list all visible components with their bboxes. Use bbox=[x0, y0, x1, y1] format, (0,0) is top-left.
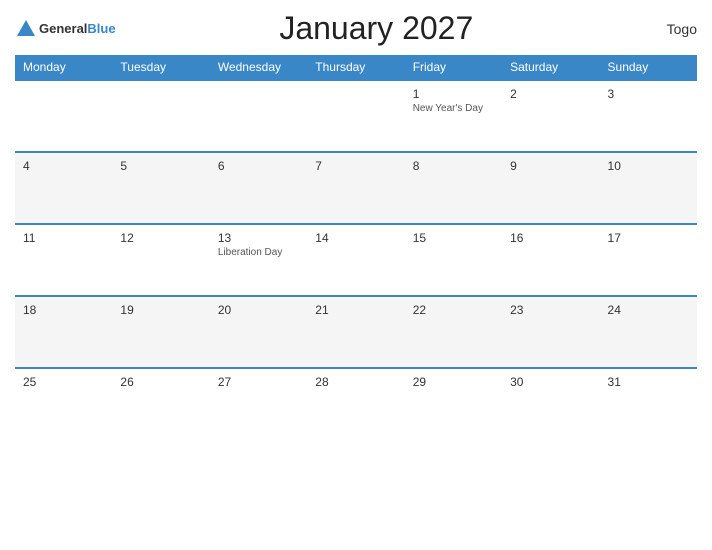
calendar-cell: 15 bbox=[405, 224, 502, 296]
calendar-cell: 29 bbox=[405, 368, 502, 440]
calendar-cell: 22 bbox=[405, 296, 502, 368]
page-header: GeneralBlue January 2027 Togo bbox=[15, 10, 697, 47]
calendar-cell: 18 bbox=[15, 296, 112, 368]
day-number: 7 bbox=[315, 159, 396, 173]
day-number: 16 bbox=[510, 231, 591, 245]
calendar-cell: 13 Liberation Day bbox=[210, 224, 307, 296]
calendar-cell: 25 bbox=[15, 368, 112, 440]
day-number: 25 bbox=[23, 375, 104, 389]
day-number: 3 bbox=[608, 87, 689, 101]
page-title: January 2027 bbox=[116, 10, 637, 47]
calendar-cell: 20 bbox=[210, 296, 307, 368]
day-number: 23 bbox=[510, 303, 591, 317]
logo: GeneralBlue bbox=[15, 18, 116, 40]
weekday-header: Sunday bbox=[600, 55, 697, 80]
calendar-cell: 11 bbox=[15, 224, 112, 296]
logo-text: GeneralBlue bbox=[39, 20, 116, 38]
day-number: 9 bbox=[510, 159, 591, 173]
day-number: 2 bbox=[510, 87, 591, 101]
day-number: 28 bbox=[315, 375, 396, 389]
calendar-cell: 1 New Year's Day bbox=[405, 80, 502, 152]
weekday-header: Saturday bbox=[502, 55, 599, 80]
calendar-cell: 17 bbox=[600, 224, 697, 296]
day-number: 22 bbox=[413, 303, 494, 317]
day-number: 26 bbox=[120, 375, 201, 389]
calendar-cell bbox=[15, 80, 112, 152]
day-number: 17 bbox=[608, 231, 689, 245]
calendar-cell: 12 bbox=[112, 224, 209, 296]
day-number: 14 bbox=[315, 231, 396, 245]
calendar-cell bbox=[307, 80, 404, 152]
calendar-cell: 31 bbox=[600, 368, 697, 440]
holiday-label: New Year's Day bbox=[413, 103, 494, 114]
calendar-cell: 2 bbox=[502, 80, 599, 152]
calendar-cell: 30 bbox=[502, 368, 599, 440]
country-label: Togo bbox=[637, 21, 697, 37]
calendar-header: MondayTuesdayWednesdayThursdayFridaySatu… bbox=[15, 55, 697, 80]
weekday-header: Friday bbox=[405, 55, 502, 80]
calendar-cell: 6 bbox=[210, 152, 307, 224]
calendar-cell bbox=[112, 80, 209, 152]
weekday-header: Wednesday bbox=[210, 55, 307, 80]
calendar-week-row: 18 19 20 21 22 23 24 bbox=[15, 296, 697, 368]
day-number: 12 bbox=[120, 231, 201, 245]
calendar-cell: 7 bbox=[307, 152, 404, 224]
day-number: 4 bbox=[23, 159, 104, 173]
logo-icon bbox=[15, 18, 37, 40]
day-number: 18 bbox=[23, 303, 104, 317]
calendar-week-row: 4 5 6 7 8 9 10 bbox=[15, 152, 697, 224]
calendar-cell: 21 bbox=[307, 296, 404, 368]
day-number: 11 bbox=[23, 231, 104, 245]
calendar-cell: 5 bbox=[112, 152, 209, 224]
calendar-week-row: 11 12 13 Liberation Day 14 15 16 17 bbox=[15, 224, 697, 296]
day-number: 13 bbox=[218, 231, 299, 245]
day-number: 15 bbox=[413, 231, 494, 245]
day-number: 6 bbox=[218, 159, 299, 173]
day-number: 30 bbox=[510, 375, 591, 389]
day-number: 31 bbox=[608, 375, 689, 389]
calendar-cell: 28 bbox=[307, 368, 404, 440]
logo-general: GeneralBlue bbox=[39, 20, 116, 38]
day-number: 19 bbox=[120, 303, 201, 317]
calendar-cell: 9 bbox=[502, 152, 599, 224]
day-number: 1 bbox=[413, 87, 494, 101]
calendar-cell: 16 bbox=[502, 224, 599, 296]
calendar-cell: 14 bbox=[307, 224, 404, 296]
holiday-label: Liberation Day bbox=[218, 247, 299, 258]
weekday-row: MondayTuesdayWednesdayThursdayFridaySatu… bbox=[15, 55, 697, 80]
calendar-cell: 19 bbox=[112, 296, 209, 368]
calendar-page: GeneralBlue January 2027 Togo MondayTues… bbox=[0, 0, 712, 550]
calendar-cell: 24 bbox=[600, 296, 697, 368]
day-number: 27 bbox=[218, 375, 299, 389]
calendar-cell bbox=[210, 80, 307, 152]
calendar-body: 1New Year's Day2345678910111213Liberatio… bbox=[15, 80, 697, 440]
calendar-cell: 23 bbox=[502, 296, 599, 368]
calendar-week-row: 1 New Year's Day 2 3 bbox=[15, 80, 697, 152]
calendar-cell: 10 bbox=[600, 152, 697, 224]
day-number: 5 bbox=[120, 159, 201, 173]
day-number: 24 bbox=[608, 303, 689, 317]
day-number: 21 bbox=[315, 303, 396, 317]
calendar-week-row: 25 26 27 28 29 30 31 bbox=[15, 368, 697, 440]
day-number: 29 bbox=[413, 375, 494, 389]
calendar-cell: 3 bbox=[600, 80, 697, 152]
weekday-header: Tuesday bbox=[112, 55, 209, 80]
weekday-header: Thursday bbox=[307, 55, 404, 80]
calendar-cell: 27 bbox=[210, 368, 307, 440]
calendar-cell: 8 bbox=[405, 152, 502, 224]
day-number: 20 bbox=[218, 303, 299, 317]
calendar-cell: 26 bbox=[112, 368, 209, 440]
day-number: 10 bbox=[608, 159, 689, 173]
weekday-header: Monday bbox=[15, 55, 112, 80]
calendar-table: MondayTuesdayWednesdayThursdayFridaySatu… bbox=[15, 55, 697, 440]
calendar-cell: 4 bbox=[15, 152, 112, 224]
day-number: 8 bbox=[413, 159, 494, 173]
